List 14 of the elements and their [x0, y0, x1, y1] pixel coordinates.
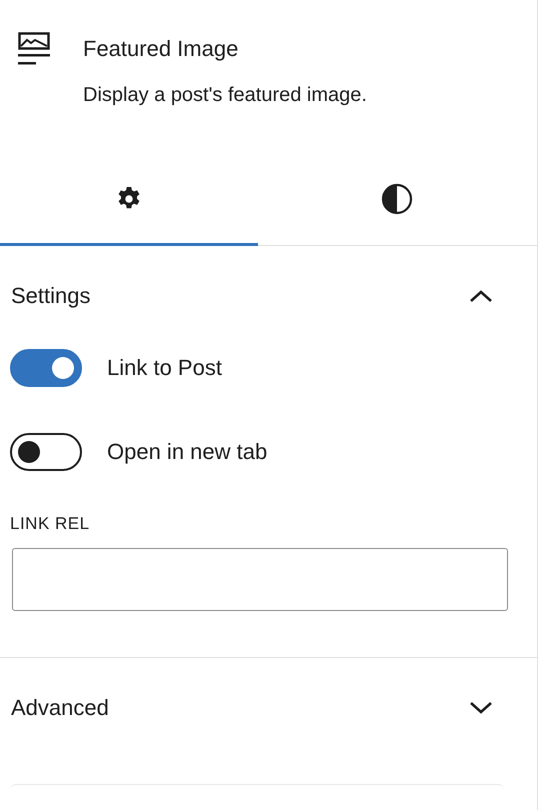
block-description: Display a post's featured image.	[83, 84, 367, 107]
field-label: LINK REL	[10, 514, 91, 534]
input-field[interactable]	[12, 548, 508, 610]
contrast-icon	[381, 182, 414, 214]
toggle-switch[interactable]	[10, 348, 82, 386]
chevron-up-icon	[469, 288, 493, 302]
toggle-label: Link to Post	[107, 354, 222, 380]
block-title: Featured Image	[83, 36, 240, 62]
chevron-down-icon	[469, 700, 493, 714]
featured-image-icon	[18, 32, 50, 66]
toggle-label: Open in new tab	[107, 438, 268, 464]
panel-header[interactable]: Advanced	[0, 658, 537, 758]
toggle-switch[interactable]	[10, 432, 82, 470]
panel-header[interactable]: Settings	[0, 246, 537, 346]
